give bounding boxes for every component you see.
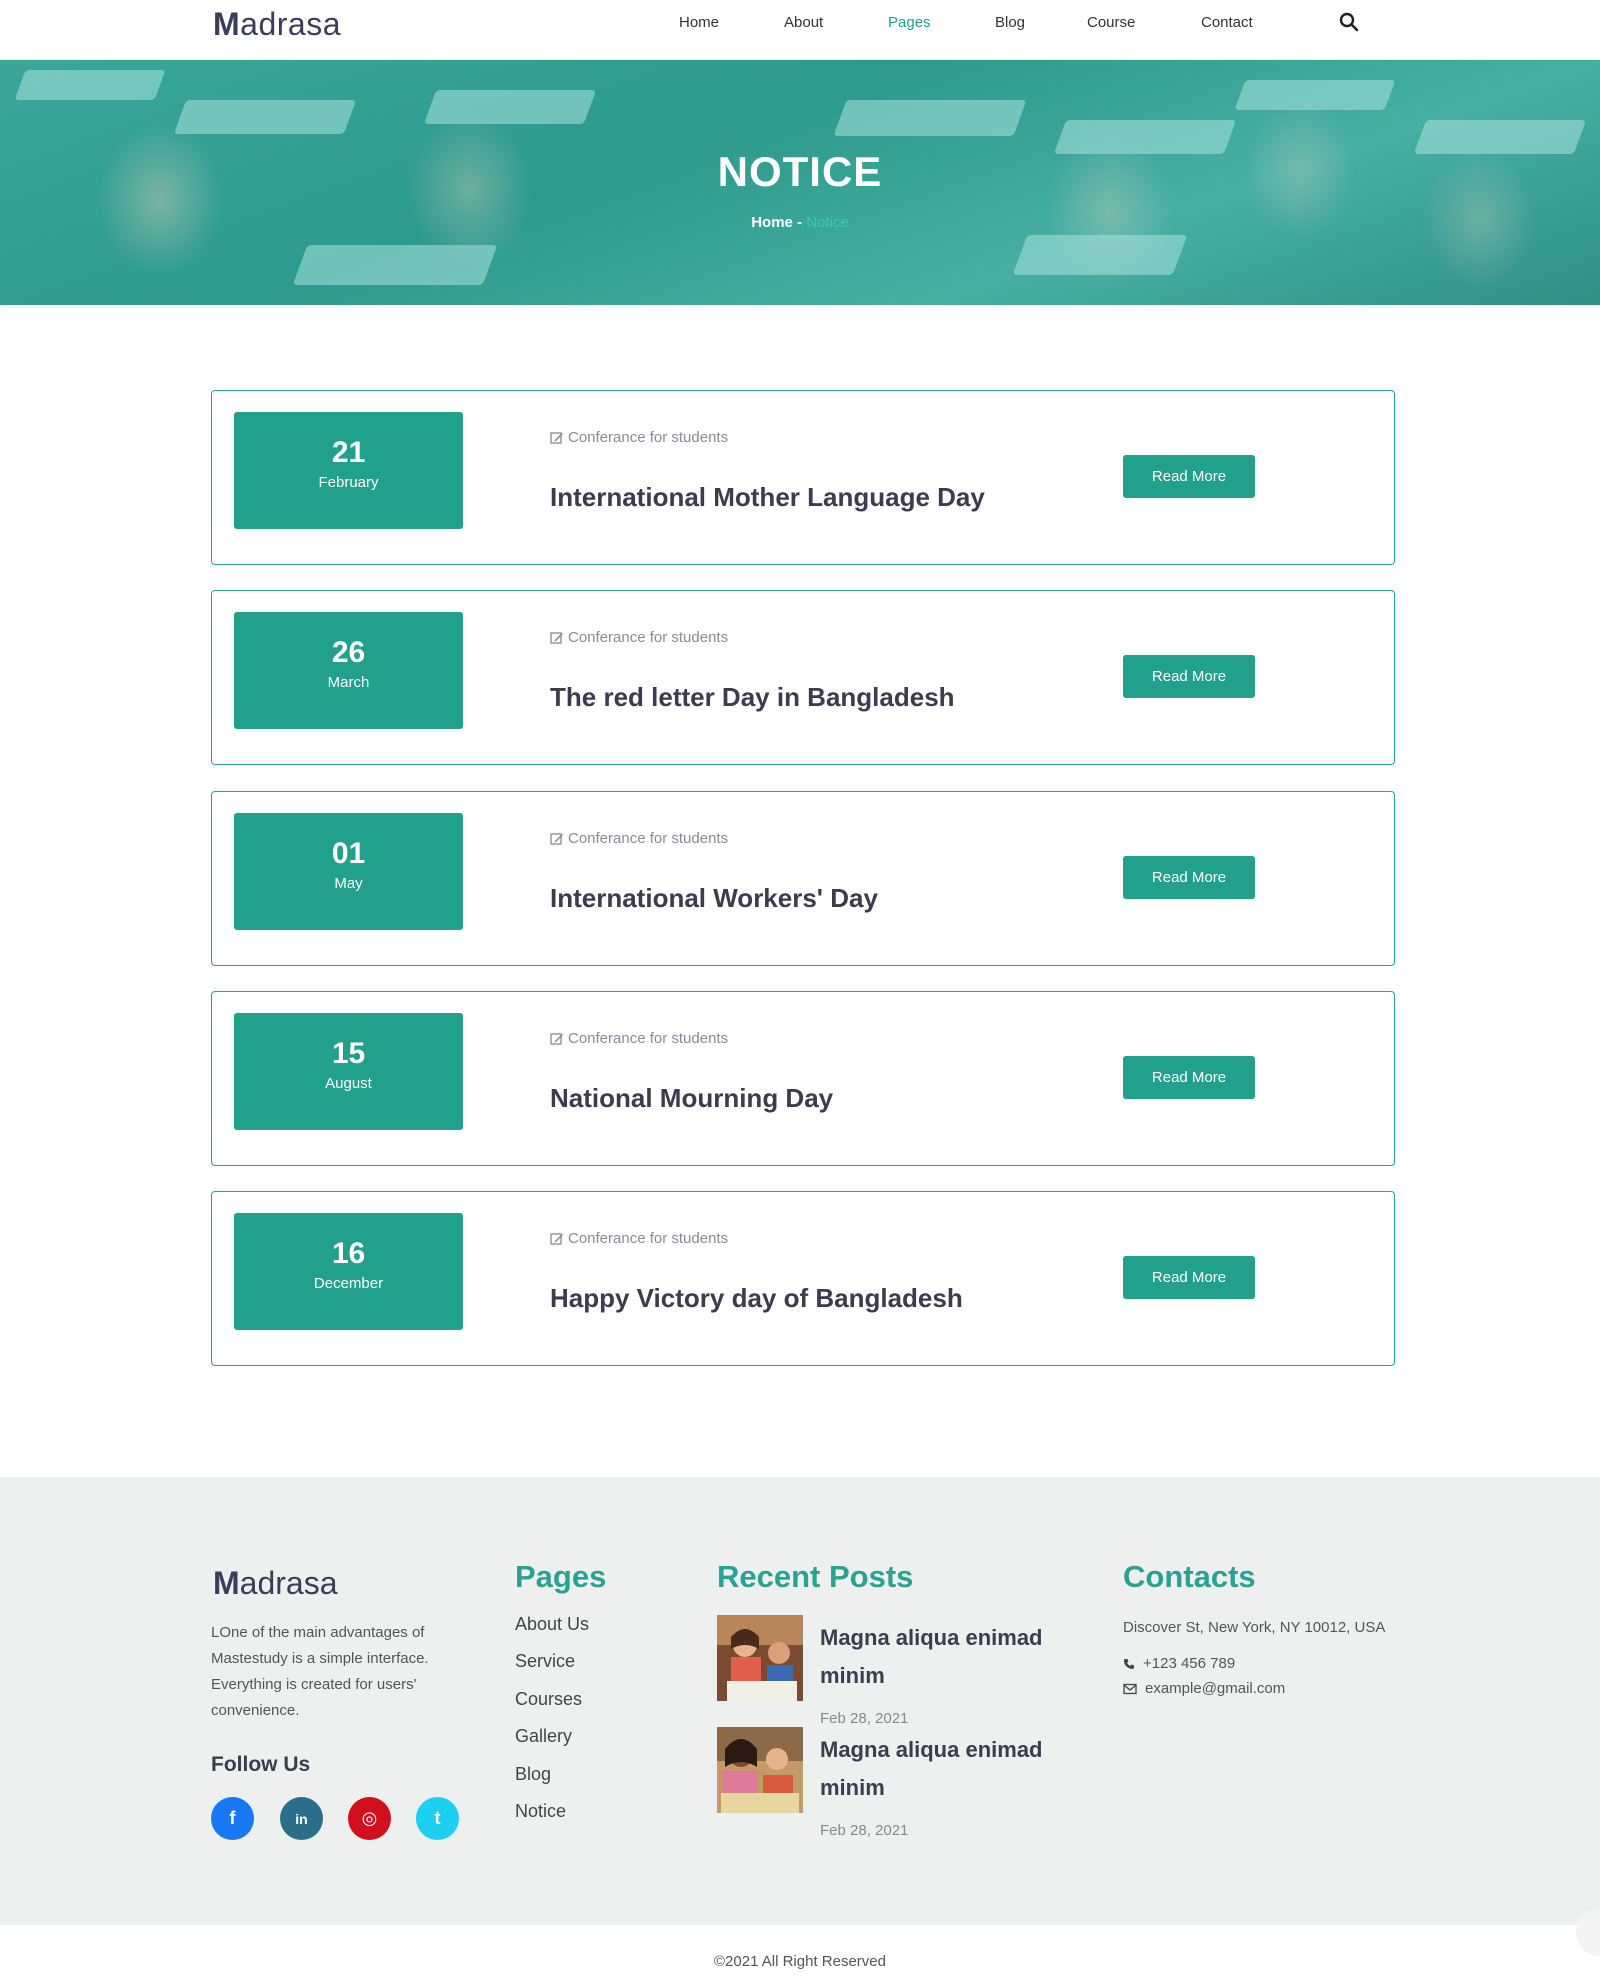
notice-month: March: [327, 674, 370, 691]
hero-decoration: [14, 70, 166, 100]
hero-decoration: [833, 100, 1027, 136]
read-more-button[interactable]: Read More: [1123, 655, 1255, 698]
footer-link-about-us[interactable]: About Us: [515, 1614, 589, 1651]
notice-day: 26: [331, 636, 366, 669]
nav-home[interactable]: Home: [679, 14, 719, 31]
notice-month: December: [313, 1275, 384, 1292]
hero-decoration: [292, 245, 498, 285]
notice-meta: Conferance for students: [550, 1030, 728, 1047]
edit-icon: [550, 1232, 563, 1245]
notice-day: 16: [331, 1237, 366, 1270]
notice-title[interactable]: International Workers' Day: [550, 883, 878, 914]
envelope-icon: [1123, 1683, 1137, 1694]
phone-icon: [1124, 1658, 1134, 1669]
footer-link-gallery[interactable]: Gallery: [515, 1726, 589, 1763]
notice-card: 15 August Conferance for students Nationa…: [211, 991, 1395, 1166]
facebook-icon[interactable]: f: [211, 1797, 254, 1840]
notice-title[interactable]: Happy Victory day of Bangladesh: [550, 1283, 963, 1314]
post-date: Feb 28, 2021: [820, 1710, 909, 1727]
notice-month: February: [318, 474, 379, 491]
site-header: Madrasa Home About Pages Blog Course Con…: [0, 0, 1600, 60]
post-thumbnail[interactable]: [717, 1727, 803, 1813]
notice-date-box: 01 May: [234, 813, 463, 930]
twitter-icon[interactable]: t: [416, 1797, 459, 1840]
post-thumbnail[interactable]: [717, 1615, 803, 1701]
notice-card: 16 December Conferance for students Happy…: [211, 1191, 1395, 1366]
footer-link-blog[interactable]: Blog: [515, 1764, 589, 1801]
post-title[interactable]: Magna aliqua enimad minim: [820, 1731, 1080, 1807]
edit-icon: [550, 431, 563, 444]
site-logo[interactable]: Madrasa: [213, 6, 341, 43]
read-more-button[interactable]: Read More: [1123, 455, 1255, 498]
notice-meta: Conferance for students: [550, 830, 728, 847]
notice-date-box: 16 December: [234, 1213, 463, 1330]
nav-about[interactable]: About: [784, 14, 823, 31]
hero-decoration: [1234, 80, 1396, 110]
site-footer: Madrasa LOne of the main advantages of M…: [0, 1477, 1600, 1925]
nav-course[interactable]: Course: [1087, 14, 1135, 31]
footer-link-service[interactable]: Service: [515, 1651, 589, 1688]
notice-title[interactable]: The red letter Day in Bangladesh: [550, 682, 955, 713]
breadcrumb: Home - Notice: [0, 214, 1600, 231]
read-more-button[interactable]: Read More: [1123, 1056, 1255, 1099]
footer-pages-list: About Us Service Courses Gallery Blog No…: [515, 1614, 589, 1838]
notice-meta: Conferance for students: [550, 1230, 728, 1247]
search-icon[interactable]: [1339, 12, 1359, 32]
hero-banner: NOTICE Home - Notice: [0, 60, 1600, 305]
notice-month: May: [334, 875, 363, 892]
notice-title[interactable]: International Mother Language Day: [550, 482, 985, 513]
post-title[interactable]: Magna aliqua enimad minim: [820, 1619, 1080, 1695]
edit-icon: [550, 631, 563, 644]
nav-pages[interactable]: Pages: [888, 14, 931, 31]
copyright-bar: ©2021 All Right Reserved: [0, 1925, 1600, 1980]
post-date: Feb 28, 2021: [820, 1822, 909, 1839]
read-more-button[interactable]: Read More: [1123, 1256, 1255, 1299]
nav-contact[interactable]: Contact: [1201, 14, 1253, 31]
read-more-button[interactable]: Read More: [1123, 856, 1255, 899]
breadcrumb-home[interactable]: Home: [751, 214, 793, 231]
notice-card: 21 February Conferance for students Inter…: [211, 390, 1395, 565]
notice-day: 15: [331, 1037, 366, 1070]
hero-decoration: [173, 100, 357, 134]
hero-decoration: [1012, 235, 1188, 275]
notice-title[interactable]: National Mourning Day: [550, 1083, 833, 1114]
breadcrumb-separator: -: [792, 214, 807, 231]
notice-month: August: [325, 1075, 372, 1092]
contacts-heading: Contacts: [1123, 1559, 1256, 1594]
hero-decoration: [423, 90, 597, 124]
page-title: NOTICE: [717, 148, 883, 195]
breadcrumb-current: Notice: [806, 214, 849, 231]
edit-icon: [550, 1032, 563, 1045]
pages-heading: Pages: [515, 1559, 607, 1594]
edit-icon: [550, 832, 563, 845]
instagram-icon[interactable]: ◎: [348, 1797, 391, 1840]
notice-card: 01 May Conferance for students Internatio…: [211, 791, 1395, 966]
notice-meta: Conferance for students: [550, 429, 728, 446]
contact-address: Discover St, New York, NY 10012, USA: [1123, 1619, 1386, 1636]
notice-date-box: 15 August: [234, 1013, 463, 1130]
notice-date-box: 26 March: [234, 612, 463, 729]
notice-meta: Conferance for students: [550, 629, 728, 646]
notice-date-box: 21 February: [234, 412, 463, 529]
footer-about-text: LOne of the main advantages of Mastestud…: [211, 1624, 429, 1719]
footer-link-notice[interactable]: Notice: [515, 1801, 589, 1838]
contact-phone[interactable]: +123 456 789: [1123, 1655, 1235, 1672]
notice-card: 26 March Conferance for students The red …: [211, 590, 1395, 765]
copyright-text: ©2021 All Right Reserved: [714, 1953, 886, 1970]
recent-posts-heading: Recent Posts: [717, 1559, 914, 1594]
footer-logo[interactable]: Madrasa: [213, 1565, 338, 1602]
linkedin-icon[interactable]: in: [280, 1797, 323, 1840]
nav-blog[interactable]: Blog: [995, 14, 1025, 31]
notice-day: 01: [331, 837, 366, 870]
footer-link-courses[interactable]: Courses: [515, 1689, 589, 1726]
notice-day: 21: [331, 436, 366, 469]
contact-email[interactable]: example@gmail.com: [1123, 1680, 1285, 1697]
follow-us-heading: Follow Us: [211, 1753, 311, 1776]
